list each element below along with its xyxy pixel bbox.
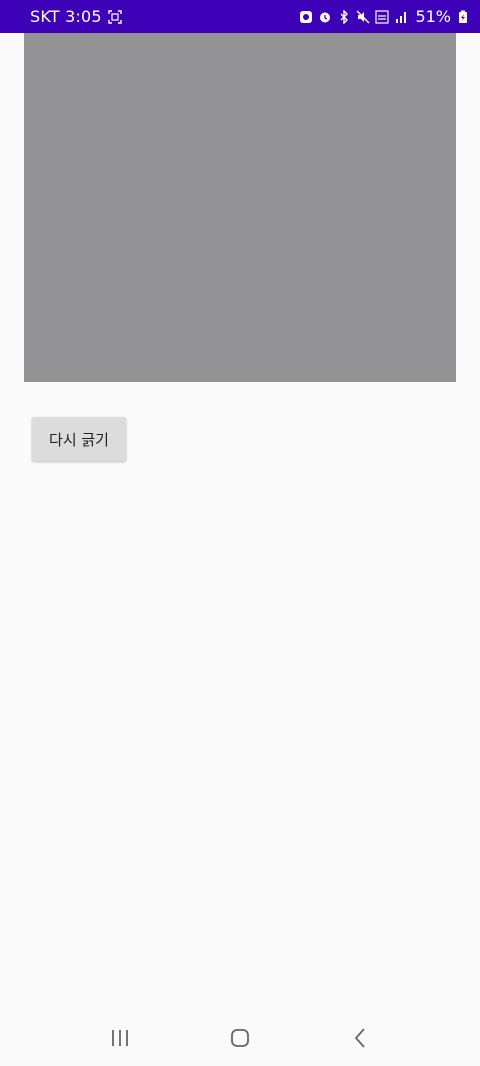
- mute-icon: [356, 10, 370, 24]
- status-left: SKT 3:05: [30, 7, 122, 26]
- bluetooth-icon: [337, 9, 351, 24]
- back-button[interactable]: [336, 1014, 384, 1062]
- back-icon: [354, 1028, 365, 1048]
- status-right: 51%: [299, 7, 470, 26]
- app-notification-icon: [299, 10, 313, 24]
- battery-icon: [456, 10, 470, 24]
- alarm-icon: [318, 10, 332, 24]
- recent-apps-icon: [112, 1030, 128, 1046]
- wifi-icon: [375, 9, 390, 24]
- status-bar: SKT 3:05 51%: [0, 0, 480, 33]
- redraw-button[interactable]: 다시 긁기: [32, 417, 126, 461]
- carrier-time: SKT 3:05: [30, 7, 102, 26]
- home-button[interactable]: [216, 1014, 264, 1062]
- recent-apps-button[interactable]: [96, 1014, 144, 1062]
- navigation-bar: [0, 1010, 480, 1066]
- signal-icon: [394, 10, 408, 24]
- image-placeholder: [24, 33, 456, 382]
- home-icon: [231, 1029, 249, 1047]
- screenshot-icon: [108, 9, 122, 24]
- battery-percent: 51%: [415, 7, 451, 26]
